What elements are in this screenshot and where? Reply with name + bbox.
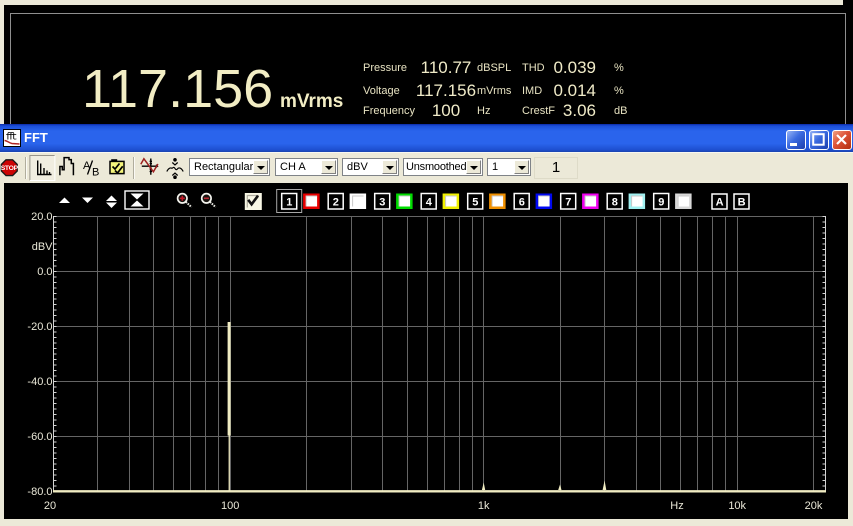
svg-text:20.0: 20.0 — [31, 211, 52, 223]
svg-text:9: 9 — [658, 197, 664, 209]
svg-text:3: 3 — [379, 197, 385, 209]
svg-text:B: B — [738, 197, 746, 209]
svg-text:2: 2 — [333, 197, 339, 209]
svg-text:7: 7 — [565, 197, 571, 209]
svg-text:10k: 10k — [728, 500, 746, 512]
svg-text:B: B — [92, 167, 99, 179]
svg-text:-60.0: -60.0 — [27, 431, 52, 443]
svg-text:STOP: STOP — [1, 165, 19, 172]
svg-text:-20.0: -20.0 — [27, 321, 52, 333]
svg-text:20: 20 — [44, 500, 56, 512]
svg-text:dBV: dBV — [32, 241, 53, 253]
svg-text:A: A — [83, 160, 91, 172]
svg-text:100: 100 — [221, 500, 239, 512]
svg-text:6: 6 — [519, 197, 525, 209]
svg-text:Hz: Hz — [670, 500, 683, 512]
svg-text:5: 5 — [472, 197, 478, 209]
svg-text:0.0: 0.0 — [37, 266, 52, 278]
svg-text:1k: 1k — [478, 500, 490, 512]
svg-text:20k: 20k — [805, 500, 823, 512]
svg-text:1: 1 — [286, 197, 292, 209]
svg-text:-40.0: -40.0 — [27, 376, 52, 388]
svg-text:-80.0: -80.0 — [27, 486, 52, 498]
svg-text:8: 8 — [612, 197, 618, 209]
svg-text:A: A — [716, 197, 724, 209]
svg-text:4: 4 — [426, 197, 433, 209]
